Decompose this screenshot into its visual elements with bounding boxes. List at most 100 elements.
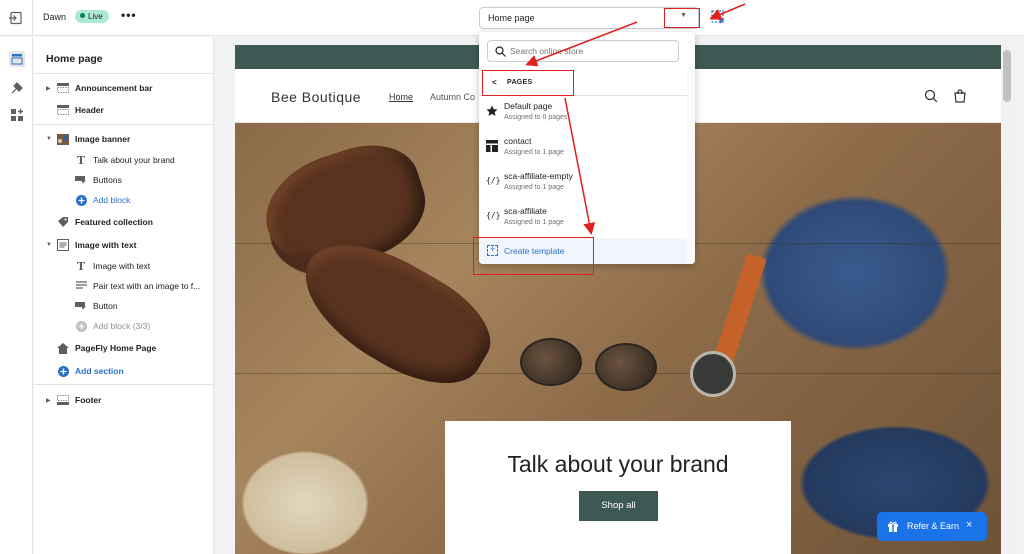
search-icon: [495, 46, 506, 57]
chevron-down-icon[interactable]: ▼: [46, 136, 56, 142]
sidebar-item-block-buttons[interactable]: Buttons: [74, 171, 122, 189]
inspector-icon[interactable]: [710, 9, 728, 27]
sidebar-item-label: Add block (3/3): [93, 321, 151, 331]
sidebar-scrollbar[interactable]: [214, 37, 222, 554]
add-block-button[interactable]: Add block: [74, 191, 130, 209]
shop-all-button[interactable]: Shop all: [579, 491, 658, 521]
plus-circle-icon: [56, 365, 70, 377]
image-with-text-icon: [56, 239, 70, 251]
button-icon: [74, 174, 88, 186]
watch-image: [690, 351, 736, 397]
sidebar-item-image-with-text[interactable]: ▼ Image with text: [46, 236, 136, 254]
preview-scrollbar[interactable]: [1001, 45, 1013, 554]
tag-icon: [56, 216, 70, 228]
button-icon: [74, 300, 88, 312]
apps-icon[interactable]: [9, 107, 25, 123]
paragraph-icon: [74, 280, 88, 292]
chevron-left-icon[interactable]: <: [492, 78, 497, 87]
refer-earn-button[interactable]: Refer & Earn ×: [877, 512, 987, 541]
sidebar-item-label: Button: [93, 301, 118, 311]
template-name: sca-affiliate-empty: [504, 171, 573, 181]
close-icon[interactable]: ×: [966, 519, 972, 531]
chevron-down-icon[interactable]: ▼: [680, 12, 687, 19]
liquid-code-icon: {/}: [486, 176, 501, 185]
pages-section-label: PAGES: [507, 79, 533, 86]
sidebar-item-block-text[interactable]: Pair text with an image to f...: [74, 277, 200, 295]
sidebar-item-image-banner[interactable]: ▼ Image banner: [46, 130, 130, 148]
sidebar-item-label: Pair text with an image to f...: [93, 281, 201, 291]
add-block-button-disabled: Add block (3/3): [74, 317, 150, 335]
template-item-sca-affiliate[interactable]: {/} sca-affiliate Assigned to 1 page: [479, 201, 687, 235]
divider: [34, 384, 214, 385]
search-field[interactable]: [487, 40, 679, 62]
page-selector-label: Home page: [488, 13, 535, 23]
search-input[interactable]: [510, 42, 676, 60]
header-icon: [56, 104, 70, 116]
chevron-down-icon[interactable]: ▼: [46, 242, 56, 248]
sunglasses-image: [595, 343, 657, 391]
banner-text-box: Talk about your brand Shop all: [445, 421, 791, 554]
dropdown-scrollbar[interactable]: [687, 66, 695, 264]
search-icon[interactable]: [924, 89, 938, 103]
announcement-bar-icon: [56, 82, 70, 94]
exit-icon[interactable]: [8, 10, 24, 26]
nav-link-autumn[interactable]: Autumn Co: [430, 92, 475, 102]
add-section-button[interactable]: Add section: [56, 362, 124, 380]
banner-heading: Talk about your brand: [507, 451, 729, 477]
template-item-contact[interactable]: contact Assigned to 1 page: [479, 131, 687, 165]
sidebar-item-block-heading[interactable]: T Talk about your brand: [74, 151, 175, 169]
sidebar-item-header[interactable]: Header: [56, 101, 104, 119]
template-item-sca-affiliate-empty[interactable]: {/} sca-affiliate-empty Assigned to 1 pa…: [479, 166, 687, 200]
sidebar-item-block-image[interactable]: T Image with text: [74, 257, 150, 275]
sidebar-item-label: Add section: [75, 366, 124, 376]
top-bar: Dawn Live ••• Home page ▼: [0, 0, 1024, 36]
template-name: Default page: [504, 101, 553, 111]
sidebar-item-block-button[interactable]: Button: [74, 297, 118, 315]
sidebar-title: Home page: [46, 53, 103, 65]
sidebar-item-announcement-bar[interactable]: ▶ Announcement bar: [46, 79, 152, 97]
image-icon: [56, 133, 70, 145]
status-label: Live: [88, 12, 103, 21]
sidebar-item-featured-collection[interactable]: Featured collection: [56, 213, 153, 231]
store-logo-text[interactable]: Bee Boutique: [271, 89, 361, 105]
chevron-right-icon[interactable]: ▶: [46, 85, 56, 92]
plus-circle-icon: [74, 194, 88, 206]
sidebar-item-label: Image with text: [93, 261, 151, 271]
more-actions-button[interactable]: •••: [121, 8, 137, 22]
page-template-dropdown: < PAGES Default page Assigned to 0 pages…: [479, 32, 695, 264]
sidebar-item-pagefly[interactable]: PageFly Home Page: [56, 339, 156, 357]
sidebar-item-label: Featured collection: [75, 217, 153, 227]
sidebar-item-footer[interactable]: ▶ Footer: [46, 391, 101, 409]
sidebar-item-label: Talk about your brand: [93, 155, 175, 165]
gift-icon: [888, 521, 898, 532]
sections-sidebar: Home page ▶ Announcement bar Header ▼ Im…: [34, 37, 214, 554]
sidebar-item-label: Footer: [75, 395, 102, 405]
sidebar-item-label: Header: [75, 105, 104, 115]
status-badge: Live: [75, 10, 109, 23]
preview-scrollbar-thumb[interactable]: [1003, 50, 1011, 102]
template-item-default-page[interactable]: Default page Assigned to 0 pages: [479, 96, 687, 130]
divider: [34, 73, 214, 74]
liquid-code-icon: {/}: [486, 211, 501, 220]
chevron-right-icon[interactable]: ▶: [46, 397, 56, 404]
live-dot-icon: [80, 13, 85, 19]
refer-earn-label: Refer & Earn: [907, 521, 960, 531]
template-assignment: Assigned to 1 page: [504, 219, 564, 226]
template-assignment: Assigned to 1 page: [504, 149, 564, 156]
sidebar-item-label: Image banner: [75, 134, 131, 144]
template-name: contact: [504, 136, 532, 146]
template-assignment: Assigned to 1 page: [504, 184, 564, 191]
sidebar-item-label: Buttons: [93, 175, 122, 185]
cart-icon[interactable]: [953, 89, 967, 103]
theme-settings-icon[interactable]: [9, 80, 25, 96]
pages-back-row[interactable]: < PAGES: [479, 70, 695, 96]
template-name: sca-affiliate: [504, 206, 547, 216]
sidebar-item-label: PageFly Home Page: [75, 343, 157, 353]
nav-link-home[interactable]: Home: [389, 92, 413, 102]
home-icon: [56, 342, 70, 354]
sections-icon[interactable]: [9, 51, 25, 67]
sidebar-item-label: Image with text: [75, 240, 137, 250]
plus-circle-icon: [74, 320, 88, 332]
text-icon: T: [76, 259, 86, 273]
footer-icon: [56, 394, 70, 406]
